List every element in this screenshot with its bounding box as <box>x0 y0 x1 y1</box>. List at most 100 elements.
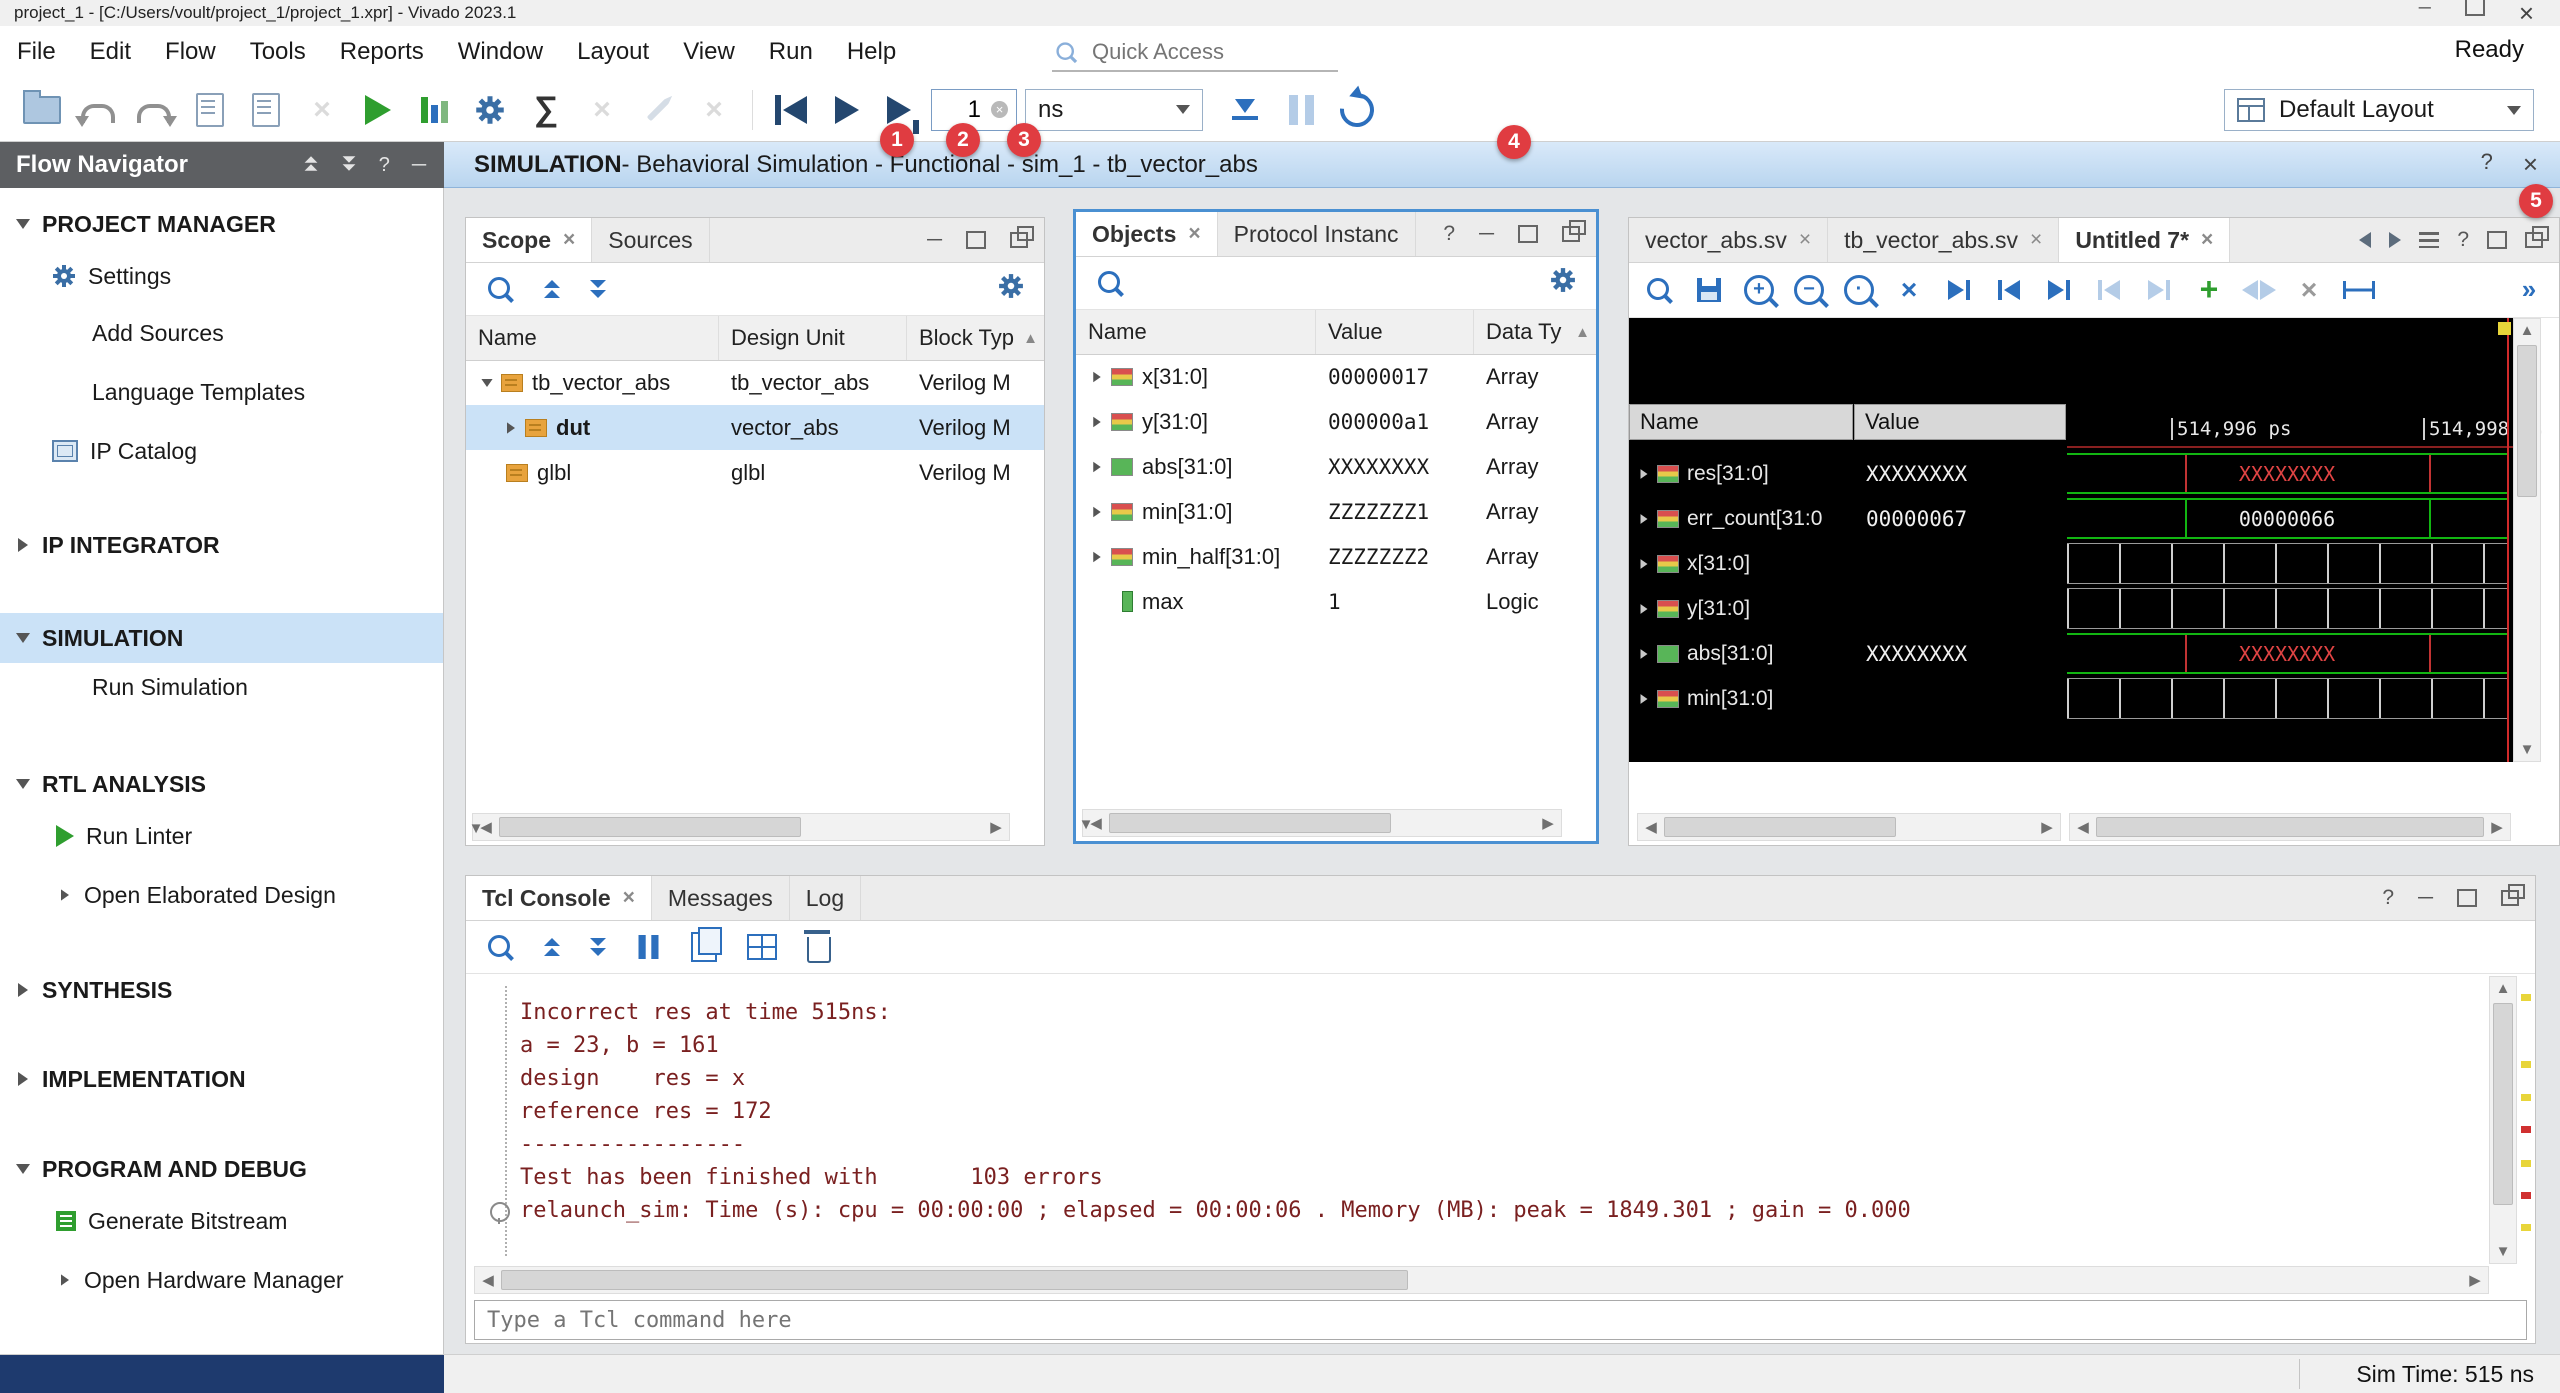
wave-value-header[interactable]: Value <box>1854 404 2066 440</box>
tab-scope[interactable]: Scope <box>466 218 592 262</box>
pause-output-icon[interactable] <box>639 935 659 959</box>
table-row[interactable]: min_half[31:0] ZZZZZZZ2 Array <box>1076 534 1596 579</box>
sim-time-input[interactable] <box>931 89 1017 131</box>
column-header-data-type[interactable]: Data Ty <box>1474 310 1575 354</box>
quick-access-input[interactable] <box>1090 38 1314 66</box>
scroll-up-icon[interactable]: ▲ <box>2490 980 2516 997</box>
chevron-right-icon[interactable] <box>1641 649 1648 659</box>
copy-icon[interactable] <box>691 932 717 962</box>
find-button[interactable] <box>1637 268 1681 312</box>
wave-signal-row[interactable]: abs[31:0] <box>1629 631 1854 676</box>
menu-layout[interactable]: Layout <box>560 30 666 74</box>
annotation-mark[interactable] <box>2521 1094 2531 1101</box>
more-tools-button[interactable] <box>2507 268 2551 312</box>
column-header-block-type[interactable]: Block Typ <box>907 316 1023 360</box>
run-flow-button[interactable] <box>406 86 462 134</box>
scroll-left-icon[interactable]: ◀ <box>2070 818 2096 836</box>
grid-icon[interactable] <box>747 934 777 960</box>
tab-untitled-7[interactable]: Untitled 7* <box>2059 218 2230 262</box>
help-icon[interactable] <box>1443 222 1455 246</box>
settings-button[interactable] <box>462 86 518 134</box>
layout-select[interactable]: Default Layout <box>2224 89 2534 131</box>
help-icon[interactable] <box>379 154 390 177</box>
scrollbar-thumb[interactable] <box>1109 813 1391 833</box>
scroll-right-icon[interactable]: ▶ <box>2484 818 2510 836</box>
column-header-name[interactable]: Name <box>1076 310 1316 354</box>
chevron-right-icon[interactable] <box>1641 469 1648 479</box>
wave-marker-flag[interactable] <box>2498 322 2511 335</box>
chevron-down-icon[interactable] <box>481 379 492 387</box>
minimize-icon[interactable] <box>927 228 942 252</box>
scroll-up-icon[interactable]: ▲ <box>2514 322 2540 339</box>
add-marker-button[interactable] <box>2187 268 2231 312</box>
tab-tb-vector-abs-sv[interactable]: tb_vector_abs.sv <box>1828 218 2059 262</box>
delete-button[interactable] <box>686 86 742 134</box>
table-row[interactable]: x[31:0] 00000017 Array <box>1076 354 1596 399</box>
redo-button[interactable] <box>126 86 182 134</box>
table-row[interactable]: glbl glbl Verilog M <box>466 450 1044 495</box>
sim-restart-button[interactable] <box>763 86 819 134</box>
menu-flow[interactable]: Flow <box>148 30 233 74</box>
search-icon[interactable] <box>486 933 514 961</box>
scroll-right-icon[interactable]: ▶ <box>983 818 1009 836</box>
sidebar-section-project-manager[interactable]: PROJECT MANAGER <box>0 202 443 246</box>
tab-protocol-instances[interactable]: Protocol Instanc <box>1218 212 1416 256</box>
cancel-button[interactable] <box>574 86 630 134</box>
menu-run[interactable]: Run <box>752 30 830 74</box>
fit-width-button[interactable] <box>2337 268 2381 312</box>
wave-cursor-line[interactable] <box>2507 318 2509 762</box>
sidebar-item-generate-bitstream[interactable]: Generate Bitstream <box>0 1199 443 1243</box>
tcl-command-field[interactable] <box>475 1308 2526 1333</box>
open-project-button[interactable] <box>14 86 70 134</box>
run-button[interactable] <box>350 86 406 134</box>
chevron-right-icon[interactable] <box>1641 604 1648 614</box>
save-constraints-button[interactable] <box>182 86 238 134</box>
wave-signal-row[interactable]: min[31:0] <box>1629 676 1854 721</box>
menu-help[interactable]: Help <box>830 30 913 74</box>
horizontal-scrollbar[interactable]: ◀ ▶ <box>2069 813 2511 841</box>
chevron-right-icon[interactable] <box>1093 461 1101 472</box>
close-icon[interactable] <box>623 886 635 910</box>
sidebar-section-program-and-debug[interactable]: PROGRAM AND DEBUG <box>0 1147 443 1191</box>
vertical-scrollbar[interactable]: ▲ ▼ <box>2513 318 2541 762</box>
wave-plot-area[interactable]: 514,996 ps 514,998 ps XXXXXXXX 00000066 … <box>2067 318 2513 762</box>
tab-log[interactable]: Log <box>790 876 861 920</box>
scrollbar-thumb[interactable] <box>501 1270 1408 1290</box>
window-maximize-icon[interactable] <box>2465 0 2485 16</box>
search-icon[interactable] <box>486 275 514 303</box>
sum-button[interactable] <box>518 86 574 134</box>
scrollbar-thumb[interactable] <box>2517 345 2537 497</box>
sidebar-section-rtl-analysis[interactable]: RTL ANALYSIS <box>0 762 443 806</box>
trash-icon[interactable] <box>807 937 831 963</box>
sidebar-section-ip-integrator[interactable]: IP INTEGRATOR <box>0 523 443 567</box>
wave-name-header[interactable]: Name <box>1629 404 1853 440</box>
search-icon[interactable] <box>1096 269 1124 297</box>
close-icon[interactable] <box>1799 228 1811 252</box>
sidebar-item-add-sources[interactable]: Add Sources <box>0 311 443 355</box>
chevron-right-icon[interactable] <box>1641 559 1648 569</box>
next-marker-button[interactable] <box>2037 268 2081 312</box>
annotation-mark[interactable] <box>2521 1192 2531 1199</box>
scrollbar-thumb[interactable] <box>2493 1003 2513 1205</box>
zoom-out-button[interactable] <box>1787 268 1831 312</box>
sidebar-item-settings[interactable]: Settings <box>0 254 443 298</box>
chevron-right-icon[interactable] <box>1093 506 1101 517</box>
float-icon[interactable] <box>1562 226 1580 242</box>
scroll-up-icon[interactable] <box>1023 330 1044 347</box>
sidebar-section-simulation[interactable]: SIMULATION <box>0 613 443 663</box>
zoom-fit-button[interactable] <box>1837 268 1881 312</box>
table-row[interactable]: min[31:0] ZZZZZZZ1 Array <box>1076 489 1596 534</box>
wave-signal-row[interactable]: x[31:0] <box>1629 541 1854 586</box>
column-header-value[interactable]: Value <box>1316 310 1474 354</box>
vertical-scrollbar[interactable]: ▲ ▼ <box>2489 976 2517 1264</box>
sim-time-value[interactable] <box>943 95 983 125</box>
prev-tab-icon[interactable] <box>2359 232 2371 248</box>
window-minimize-icon[interactable] <box>2419 0 2431 29</box>
maximize-icon[interactable] <box>2457 889 2477 907</box>
table-row[interactable]: max 1 Logic <box>1076 579 1596 624</box>
horizontal-scrollbar[interactable]: ◀ ▶ <box>1637 813 2061 841</box>
help-icon[interactable] <box>2481 149 2493 180</box>
scroll-right-icon[interactable]: ▶ <box>2034 818 2060 836</box>
tab-list-icon[interactable] <box>2419 232 2439 248</box>
scrollbar-thumb[interactable] <box>2096 817 2484 837</box>
